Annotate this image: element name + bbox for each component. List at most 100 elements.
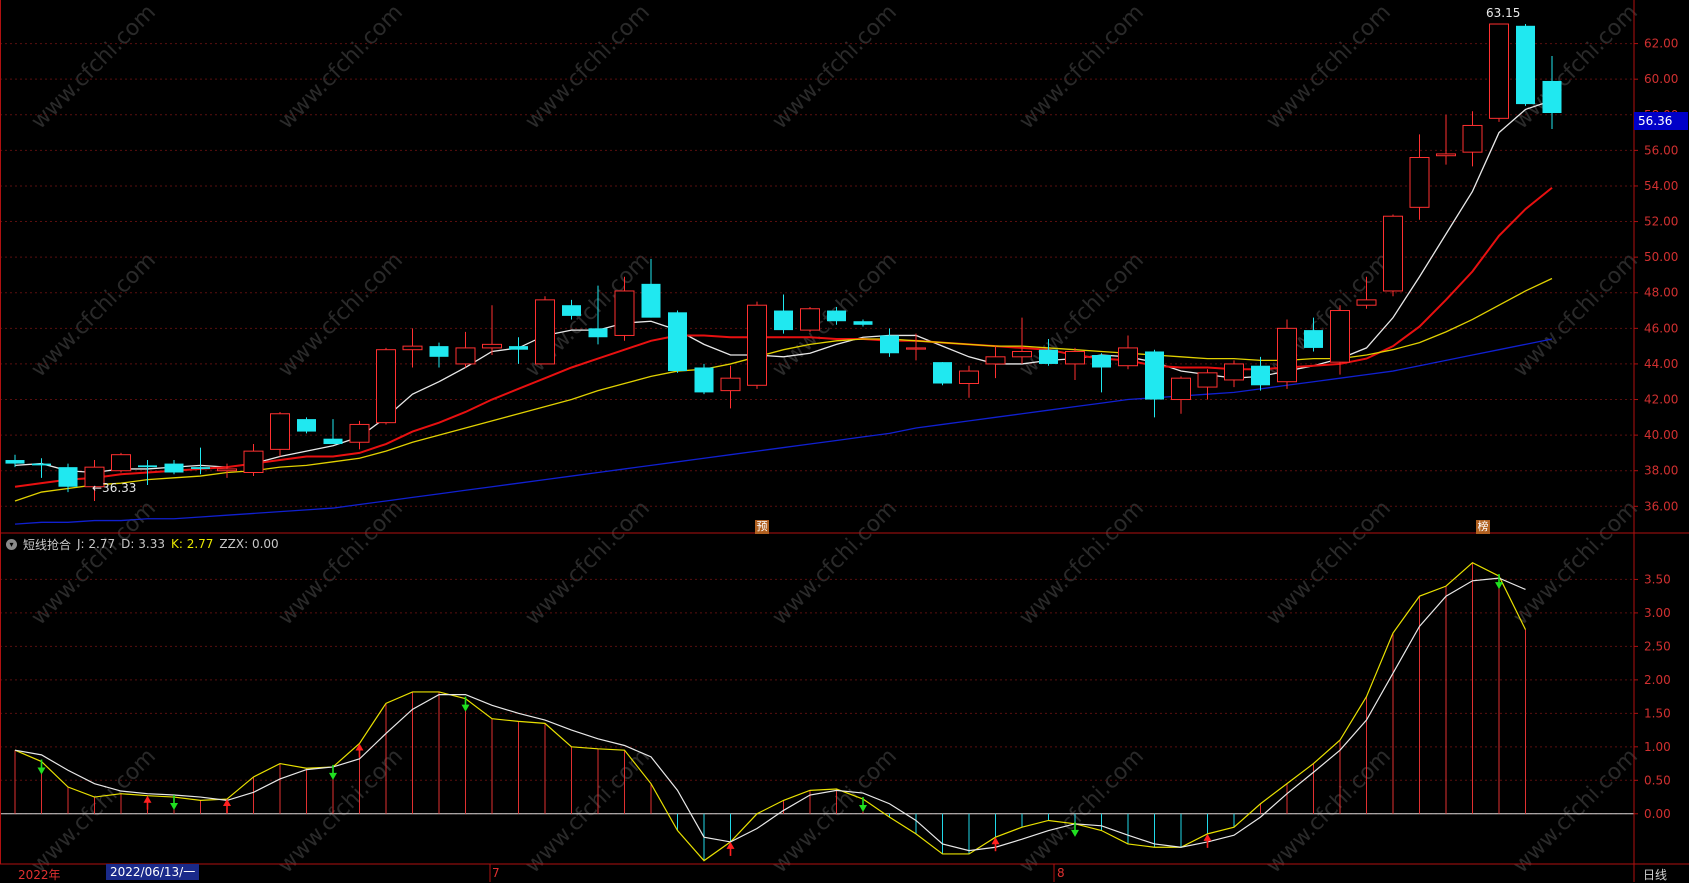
candle-down	[694, 363, 714, 395]
candle-body	[1065, 350, 1085, 365]
sell-arrow-head	[1495, 582, 1503, 590]
indicator-tick-label: 0.50	[1644, 773, 1671, 787]
period-label[interactable]: 日线	[1643, 866, 1667, 883]
candle-up	[1065, 347, 1085, 380]
candle-body	[1356, 299, 1377, 306]
candle-body	[800, 308, 820, 331]
candle-down	[1092, 353, 1111, 393]
candle-up	[402, 328, 423, 368]
buy-arrow-head	[726, 841, 735, 849]
price-tick-label: 54.00	[1644, 179, 1678, 193]
price-tick-label: 38.00	[1644, 464, 1678, 478]
watermark-text: www.cfchi.com	[27, 744, 161, 878]
candle-body	[747, 304, 767, 386]
candle-down	[774, 294, 793, 334]
indicator-grid	[0, 578, 1638, 815]
candle-up	[270, 411, 290, 457]
indicator-axis-labels: 0.00 0.50 1.00 1.50 2.00 2.50 3.00 3.50	[1644, 572, 1671, 820]
buy-arrow-head	[991, 837, 1000, 845]
watermark-text: www.cfchi.com	[274, 0, 408, 134]
sell-arrow-head	[37, 767, 46, 775]
price-tick-label: 44.00	[1644, 357, 1678, 371]
last-price-tag: 56.36	[1634, 112, 1688, 130]
watermark-text: www.cfchi.com	[768, 0, 902, 134]
candle-body	[1092, 355, 1111, 368]
candle-body	[243, 450, 264, 473]
candle-body	[1012, 350, 1032, 358]
candle-body	[1462, 124, 1483, 153]
candle-body	[827, 310, 846, 322]
indicator-tick-label: 3.50	[1644, 572, 1671, 586]
event-marker-bang[interactable]: 榜	[1476, 520, 1490, 534]
candle-up	[1489, 23, 1509, 122]
candle-body	[111, 454, 131, 472]
buy-arrow-icon	[143, 795, 152, 810]
candle-down	[1516, 24, 1535, 106]
month-label-8: 8	[1057, 866, 1065, 880]
candle-down	[164, 460, 184, 475]
candle-body	[270, 413, 290, 450]
candle-body	[349, 423, 370, 443]
indicator-k-value: K: 2.77	[170, 537, 214, 551]
candle-up	[1462, 111, 1483, 167]
candle-up	[720, 365, 741, 409]
candle-body	[5, 460, 25, 464]
candle-up	[482, 305, 502, 356]
price-tick-label: 48.00	[1644, 286, 1678, 300]
candle-up	[1118, 335, 1138, 370]
watermark-text: www.cfchi.com	[1262, 744, 1396, 878]
candle-up	[800, 306, 820, 332]
candle-body	[880, 335, 899, 354]
watermark-text: www.cfchi.com	[1262, 0, 1396, 134]
indicator-header: ▾ 短线抢合 J: 2.77 D: 3.33 K: 2.77 ZZX: 0.00	[6, 535, 279, 553]
indicator-tick-label: 3.00	[1644, 606, 1671, 620]
candle-down	[323, 419, 343, 445]
candle-up	[1277, 319, 1297, 389]
watermark-text: www.cfchi.com	[1015, 744, 1149, 878]
buy-arrow-head	[143, 795, 152, 803]
candle-body	[1171, 377, 1191, 401]
indicator-j-value: J: 2.77	[77, 537, 116, 551]
candle-body	[668, 312, 687, 372]
watermark-text: www.cfchi.com	[521, 744, 655, 878]
candle-body	[1277, 327, 1297, 383]
indicator-d-value: D: 3.33	[121, 537, 165, 551]
candle-body	[376, 349, 396, 424]
buy-arrow-icon	[1203, 833, 1212, 848]
sell-arrow-icon	[37, 759, 46, 775]
candle-body	[853, 321, 873, 325]
candle-down	[880, 328, 899, 357]
watermark-text: www.cfchi.com	[521, 0, 655, 134]
candle-body	[1304, 330, 1323, 348]
candle-body	[1330, 310, 1350, 363]
candle-body	[1251, 365, 1270, 386]
price-tick-label: 62.00	[1644, 37, 1678, 51]
indicator-tick-label: 2.00	[1644, 673, 1671, 687]
collapse-icon[interactable]: ▾	[6, 538, 17, 550]
candle-down	[853, 319, 873, 327]
indicator-tick-label: 0.00	[1644, 807, 1671, 821]
candle-body	[1436, 153, 1456, 157]
price-tick-label: 36.00	[1644, 499, 1678, 513]
watermark-text: www.cfchi.com	[274, 496, 408, 630]
candle-body	[429, 346, 449, 357]
month-label-7: 7	[492, 866, 500, 880]
candle-body	[959, 370, 979, 385]
candle-body	[297, 419, 316, 432]
candle-body	[641, 283, 661, 318]
candle-up	[1171, 376, 1191, 414]
candle-up	[1436, 114, 1456, 165]
candle-body	[482, 343, 502, 349]
indicator-name[interactable]: 短线抢合	[23, 536, 71, 553]
candle-down	[32, 458, 51, 478]
candle-body	[455, 347, 476, 365]
candle-up	[111, 452, 131, 473]
event-marker-yu[interactable]: 预	[755, 520, 769, 534]
price-tick-label: 56.00	[1644, 143, 1678, 157]
candle-body	[933, 362, 952, 384]
candle-body	[694, 367, 714, 393]
candle-down	[297, 417, 316, 434]
candle-body	[535, 299, 555, 365]
indicator-tick-label: 1.00	[1644, 740, 1671, 754]
candle-body	[32, 463, 51, 466]
